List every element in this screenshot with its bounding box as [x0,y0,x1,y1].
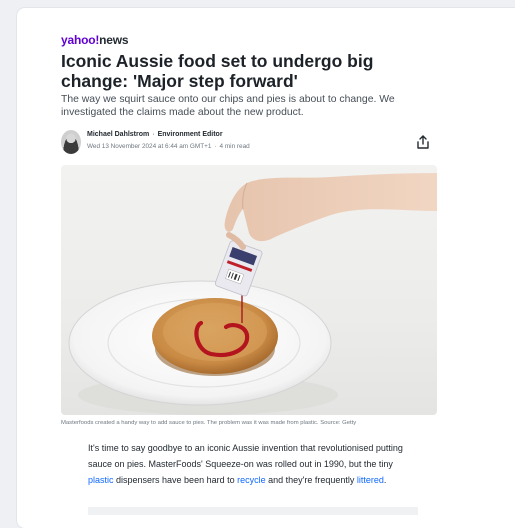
byline-separator: · [152,131,155,138]
author-avatar[interactable] [61,130,81,154]
dateline-separator: · [214,143,217,150]
article-headline: Iconic Aussie food set to undergo big ch… [61,51,374,91]
read-time: 4 min read [219,143,250,150]
link-recycle[interactable]: recycle [237,475,266,485]
body-text-2: dispensers have been hard to [113,475,238,485]
body-text-1: It's time to say goodbye to an iconic Au… [88,443,403,469]
link-plastic[interactable]: plastic [88,475,114,485]
article-subhead: The way we squirt sauce onto our chips a… [61,94,395,118]
link-littered[interactable]: littered [357,475,384,485]
dateline: Wed 13 November 2024 at 6:44 am GMT+1 · 4 … [87,143,250,150]
publish-date: Wed 13 November 2024 at 6:44 am GMT+1 [87,143,212,150]
next-paragraph-fade [88,507,418,515]
yahoo-news-logo[interactable]: yahoo!news [61,33,129,47]
logo-prefix: yahoo! [61,33,100,47]
logo-suffix: news [99,33,129,47]
body-text-4: . [383,475,387,485]
pie-photo [68,173,437,415]
body-text-3: and they're frequently [265,475,357,485]
share-icon[interactable] [415,134,431,150]
author-role: Environment Editor [157,131,223,138]
author-name[interactable]: Michael Dahlstrom [87,131,149,138]
image-caption: Masterfoods created a handy way to add s… [61,420,357,426]
article-body-paragraph: It's time to say goodbye to an iconic Au… [88,440,418,488]
author-row: Michael Dahlstrom · Environment Editor Wed… [61,130,433,156]
byline: Michael Dahlstrom · Environment Editor [87,131,223,138]
hero-image[interactable] [61,165,437,415]
